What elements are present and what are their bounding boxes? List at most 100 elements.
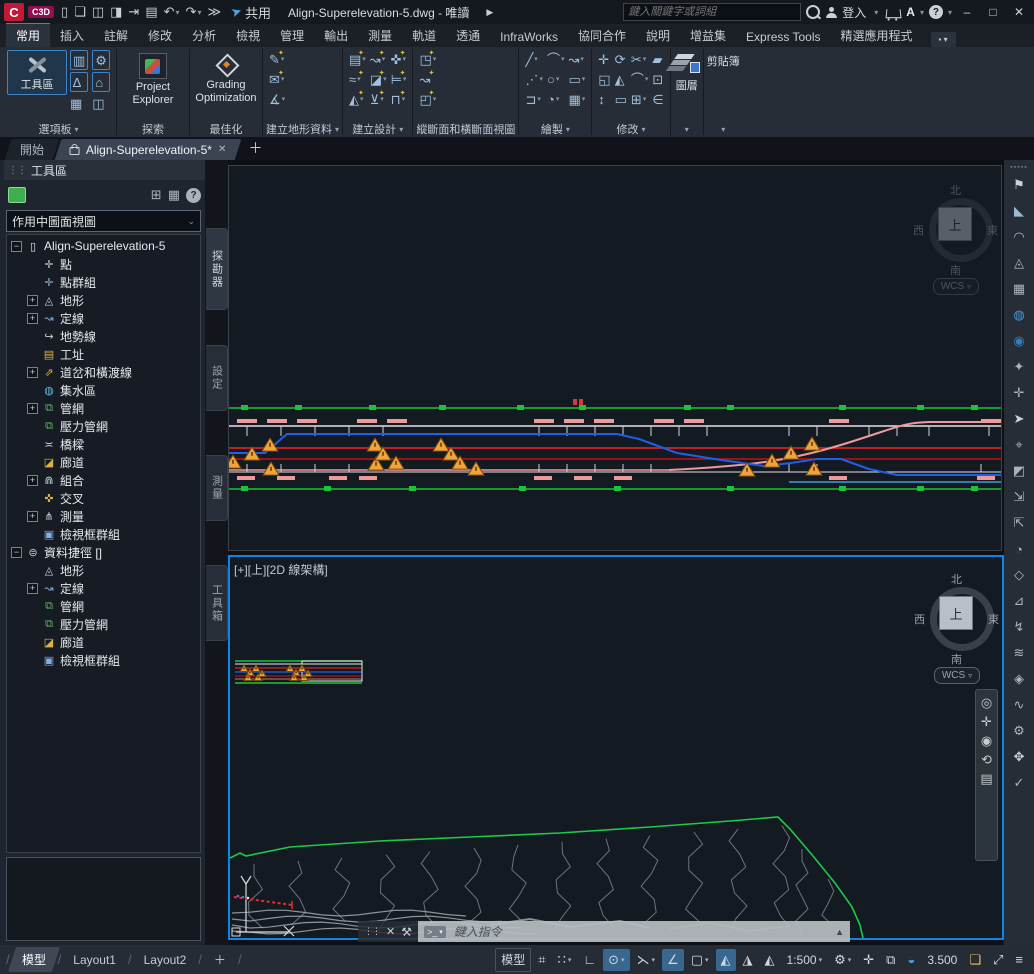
ribbon-tab-Express Tools[interactable]: Express Tools — [736, 27, 830, 47]
viewcube-top[interactable]: 上北南西東WCS▿ — [911, 184, 1003, 296]
snap-mode-icon-dropdown[interactable]: ▾ — [568, 956, 572, 964]
ribbon-tab-InfraWorks[interactable]: InfraWorks — [490, 27, 568, 47]
polyline-icon[interactable]: ↝▾ — [568, 50, 585, 68]
extend-icon[interactable]: ⇲ — [1014, 484, 1025, 510]
ribbon-tab-管理[interactable]: 管理 — [270, 24, 314, 47]
circle-icon-dropdown[interactable]: ▾ — [556, 75, 560, 83]
ribbon-tab-修改[interactable]: 修改 — [138, 24, 182, 47]
wcs-button[interactable]: WCS▿ — [933, 278, 979, 295]
sheet-set-manager-icon[interactable]: ▦ — [70, 94, 88, 112]
globe-icon[interactable]: ◉ — [1013, 328, 1024, 354]
side-tab-工具箱[interactable]: 工具箱 — [206, 565, 228, 641]
copy-icon[interactable]: ◱ — [598, 70, 610, 88]
region-icon[interactable]: ⊐▾ — [525, 90, 543, 108]
search-icon[interactable] — [806, 5, 820, 19]
toolspace-title-bar[interactable]: ⋮⋮ 工具區 — [4, 160, 205, 180]
minimize-button[interactable]: – — [956, 2, 978, 22]
pick-tool-icon[interactable]: ✥ — [1014, 744, 1025, 770]
create-corridor-icon[interactable]: ◪✦▾ — [370, 70, 387, 88]
panel-label-最佳化[interactable]: 最佳化 — [193, 121, 259, 137]
command-history-icon[interactable]: ▲ — [835, 927, 844, 937]
create-profile-icon[interactable]: ↝✦ — [419, 70, 436, 88]
share-button[interactable]: ➤ 共用 — [228, 2, 274, 22]
create-alignment-icon[interactable]: ↝✦▾ — [370, 50, 387, 68]
rail-grip-icon[interactable]: ▪▪▪▪▪ — [1010, 164, 1027, 172]
isometric-drafting-icon-dropdown[interactable]: ▾ — [652, 956, 656, 964]
geolocation-icon[interactable]: ◍ — [1013, 302, 1024, 328]
snap-mode-icon[interactable]: ∷▾ — [553, 949, 577, 971]
file-tab-drawing[interactable]: Align-Superelevation-5* ✕ — [55, 139, 242, 160]
zoom-icon[interactable]: ◉ — [981, 734, 992, 747]
ribbon-tab-overflow-button[interactable]: ▪ ▾ — [931, 32, 956, 47]
tree-item-壓力管網[interactable]: ⧉壓力管網 — [7, 615, 200, 633]
save-as-icon[interactable]: ◨ — [107, 2, 125, 22]
tree-toggle-icon[interactable]: + — [27, 313, 38, 324]
explode-icon[interactable]: ⊡ — [652, 70, 663, 88]
crosshair-toggle-icon[interactable]: ✛ — [858, 949, 879, 971]
ortho-mode-icon[interactable]: ∟ — [578, 949, 601, 971]
toolspace-button[interactable]: 工具區 — [7, 50, 67, 95]
ribbon-tab-常用[interactable]: 常用 — [6, 23, 50, 47]
surface-tool-icon[interactable]: ◬ — [1014, 250, 1024, 276]
app-logo[interactable]: C — [4, 3, 24, 21]
diamond-tool-icon[interactable]: ◇ — [1014, 562, 1024, 588]
create-parcel-icon[interactable]: ▤✦▾ — [349, 50, 366, 68]
line-icon-dropdown[interactable]: ▾ — [534, 55, 538, 63]
tree-item-定線[interactable]: +↝定線 — [7, 579, 200, 597]
hatch-icon[interactable]: ▦▾ — [568, 90, 585, 108]
select-arrow-icon[interactable]: ➤ — [1014, 406, 1025, 432]
object-snap-icon-dropdown[interactable]: ▾ — [705, 956, 709, 964]
tree-item-地形[interactable]: ◬地形 — [7, 561, 200, 579]
layout-tab-＋[interactable]: ＋ — [204, 947, 236, 972]
create-surface-icon[interactable]: ✉✦▾ — [269, 70, 285, 88]
volumes-dashboard-icon-dropdown[interactable]: ▾ — [282, 95, 286, 103]
viewport-top[interactable]: 上北南西東WCS▿ — [228, 165, 1002, 551]
panel-label-修改[interactable]: 修改▾ — [595, 121, 666, 137]
export-icon[interactable]: ⇥ — [125, 2, 142, 22]
help-icon[interactable]: ? — [929, 5, 943, 19]
rectangle-icon-dropdown[interactable]: ▾ — [582, 75, 586, 83]
app-store-cart-icon[interactable] — [886, 9, 902, 18]
plot-icon[interactable]: ▤ — [142, 2, 160, 22]
file-tab-close-icon[interactable]: ✕ — [218, 144, 226, 155]
ellipse-icon-dropdown[interactable]: ▾ — [556, 95, 560, 103]
isometric-drafting-icon[interactable]: ⋋▾ — [632, 949, 661, 971]
create-pipe-network-icon[interactable]: ⊻✦▾ — [370, 90, 387, 108]
arc-icon[interactable]: ⌒▾ — [547, 50, 565, 68]
angle-tool-icon[interactable]: ◔ — [1015, 536, 1023, 562]
tree-item-廊道[interactable]: ◪廊道 — [7, 453, 200, 471]
layout-tab-Layout2[interactable]: Layout2 — [134, 949, 197, 971]
annotation-visibility-icon[interactable]: ◭ — [716, 949, 736, 971]
pan-icon[interactable]: ✛ — [981, 715, 992, 728]
panel-label-探索[interactable]: 探索 — [120, 121, 186, 137]
clean-screen-icon[interactable]: ⤢ — [988, 949, 1008, 971]
help-dropdown-icon[interactable]: ▾ — [948, 8, 952, 17]
object-snap-icon[interactable]: ▢▾ — [686, 949, 714, 971]
tree-item-點群組[interactable]: ✛點群組 — [7, 273, 200, 291]
panel-label-建立地形資料[interactable]: 建立地形資料▾ — [266, 121, 339, 137]
new-file-icon[interactable]: ▯ — [58, 2, 71, 22]
tree-toggle-icon[interactable]: + — [27, 511, 38, 522]
viewcube-label-n[interactable]: 北 — [950, 182, 961, 198]
triangle-tool-icon[interactable]: ◣ — [1014, 198, 1024, 224]
corner-tool-icon[interactable]: ◩ — [1013, 458, 1025, 484]
ribbon-tab-註解[interactable]: 註解 — [94, 24, 138, 47]
slope-tool-icon[interactable]: ⊿ — [1014, 588, 1025, 614]
rotate-icon[interactable]: ⟳ — [615, 50, 627, 68]
fillet-icon[interactable]: ⌒▾ — [631, 70, 649, 88]
clipboard-panel-button-dropdown-icon[interactable]: ▾ — [707, 125, 740, 137]
isolate-objects-icon[interactable]: ❏ — [964, 949, 986, 971]
stretch-icon[interactable]: ↕ — [598, 90, 610, 108]
annotation-scale-value[interactable]: 1:500▾ — [782, 949, 828, 971]
side-tab-設定[interactable]: 設定 — [206, 345, 228, 411]
tree-item-管網[interactable]: +⧉管網 — [7, 399, 200, 417]
signal-tool-icon[interactable]: ∿ — [1014, 692, 1025, 718]
tree-toggle-icon[interactable]: + — [27, 367, 38, 378]
array-icon-dropdown[interactable]: ▾ — [643, 95, 647, 103]
viewcube-label-w[interactable]: 西 — [913, 222, 924, 238]
tree-item-測量[interactable]: +⋔測量 — [7, 507, 200, 525]
lightning-icon[interactable]: ↯ — [1014, 614, 1025, 640]
active-view-dropdown[interactable]: 作用中圖面視圖 ⌄ — [6, 210, 201, 232]
profile-view-icon[interactable]: ◳✦▾ — [419, 50, 436, 68]
check-tool-icon[interactable]: ✓ — [1014, 770, 1025, 796]
